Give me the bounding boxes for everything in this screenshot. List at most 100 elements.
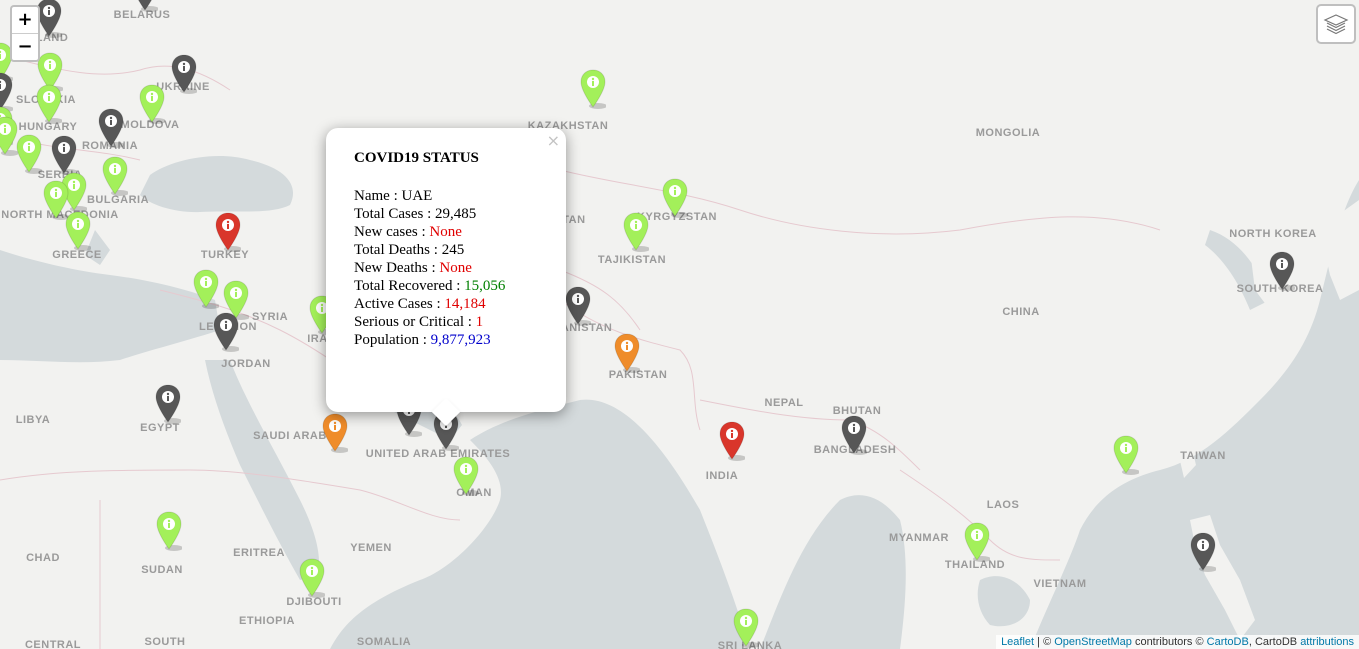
map-marker[interactable] (719, 421, 745, 461)
country-label: JORDAN (221, 358, 271, 370)
popup-row-label: Total Cases : (354, 206, 436, 222)
info-marker-icon (137, 0, 158, 12)
map-marker[interactable] (102, 156, 128, 196)
map-marker[interactable] (1113, 435, 1139, 475)
map-marker[interactable] (662, 178, 688, 218)
popup-row: New cases : None (354, 223, 546, 241)
attribution-separator: , CartoDB (1248, 636, 1301, 648)
popup-row-label: Total Deaths : (354, 242, 442, 258)
info-marker-icon (102, 156, 128, 196)
leaflet-link[interactable]: Leaflet (1001, 636, 1034, 648)
info-marker-icon (580, 69, 606, 109)
map-marker[interactable] (841, 415, 867, 455)
popup-row-value: None (439, 260, 472, 276)
map-marker[interactable] (1190, 532, 1216, 572)
map-marker[interactable] (733, 608, 759, 648)
popup-row-value: 1 (475, 314, 484, 330)
info-marker-icon (215, 212, 241, 252)
info-marker-icon (1190, 532, 1216, 572)
popup-row-value: 9,877,923 (430, 332, 491, 348)
info-marker-icon (171, 54, 197, 94)
popup-row: Total Recovered : 15,056 (354, 277, 546, 295)
map-marker[interactable] (1269, 251, 1295, 291)
country-label: LAOS (986, 499, 1020, 511)
country-label: YEMEN (350, 542, 392, 554)
popup-row-label: Active Cases : (354, 296, 445, 312)
map-marker[interactable] (614, 333, 640, 373)
map-marker[interactable] (65, 211, 91, 251)
popup-row: New Deaths : None (354, 259, 546, 277)
info-marker-icon (98, 108, 124, 148)
country-label: SYRIA (251, 311, 289, 323)
info-marker-icon (1269, 251, 1295, 291)
map-marker[interactable] (156, 511, 182, 551)
info-marker-icon (662, 178, 688, 218)
covid-status-popup: × COVID19 STATUS Name : UAE Total Cases :… (326, 128, 566, 427)
popup-details: Name : UAE Total Cases : 29,485 New cases … (354, 187, 546, 349)
map-marker[interactable] (322, 413, 348, 453)
zoom-out-button[interactable]: − (12, 33, 38, 60)
popup-row-value: UAE (401, 188, 433, 204)
map-marker[interactable] (36, 84, 62, 124)
info-marker-icon (36, 84, 62, 124)
country-label: SUDAN (141, 564, 183, 576)
popup-row: Population : 9,877,923 (354, 331, 546, 349)
popup-row: Active Cases : 14,184 (354, 295, 546, 313)
info-marker-icon (719, 421, 745, 461)
map-marker[interactable] (213, 312, 239, 352)
info-marker-icon (453, 456, 479, 496)
country-label: TAJIKISTAN (597, 254, 667, 266)
country-label: NEPAL (764, 397, 804, 409)
info-marker-icon (51, 135, 77, 175)
map-marker[interactable] (580, 69, 606, 109)
country-label: VIETNAM (1033, 578, 1087, 590)
info-marker-icon (964, 522, 990, 562)
map-marker[interactable] (565, 286, 591, 326)
popup-title: COVID19 STATUS (354, 150, 479, 166)
popup-row: Name : UAE (354, 187, 546, 205)
info-marker-icon (565, 286, 591, 326)
map-container[interactable]: BELARUSLANDUKRAINESLOVAKIAMOLDOVAHUNGARY… (0, 0, 1359, 649)
map-marker[interactable] (132, 0, 158, 12)
popup-close-button[interactable]: × (547, 131, 560, 150)
country-label: MONGOLIA (975, 127, 1041, 139)
map-marker[interactable] (139, 84, 165, 124)
country-label: CHINA (1002, 306, 1040, 318)
map-marker[interactable] (623, 212, 649, 252)
zoom-in-button[interactable]: + (12, 7, 38, 33)
map-marker[interactable] (964, 522, 990, 562)
popup-row: Total Deaths : 245 (354, 241, 546, 259)
popup-row-label: Name : (354, 188, 402, 204)
info-marker-icon (16, 134, 42, 174)
map-marker[interactable] (155, 384, 181, 424)
popup-row: Total Cases : 29,485 (354, 205, 546, 223)
map-marker[interactable] (193, 269, 219, 309)
info-marker-icon (614, 333, 640, 373)
map-marker[interactable] (299, 558, 325, 598)
popup-row-value: None (429, 224, 462, 240)
map-marker[interactable] (453, 456, 479, 496)
layers-control-button[interactable] (1316, 4, 1356, 44)
popup-row-value: 14,184 (444, 296, 486, 312)
info-marker-icon (299, 558, 325, 598)
info-marker-icon (213, 312, 239, 352)
country-label: ERITREA (233, 547, 285, 559)
map-marker[interactable] (98, 108, 124, 148)
info-marker-icon (733, 608, 759, 648)
country-label: CHAD (26, 552, 60, 564)
map-marker[interactable] (171, 54, 197, 94)
popup-row-value: 15,056 (464, 278, 506, 294)
popup-row-label: New cases : (354, 224, 430, 240)
info-marker-icon (155, 384, 181, 424)
map-marker[interactable] (16, 134, 42, 174)
popup-row-value: 29,485 (435, 206, 477, 222)
popup-row-label: Total Recovered : (354, 278, 465, 294)
layers-icon (1323, 14, 1349, 35)
info-marker-icon (841, 415, 867, 455)
popup-row-label: New Deaths : (354, 260, 440, 276)
map-marker[interactable] (51, 135, 77, 175)
map-marker[interactable] (215, 212, 241, 252)
attributions-link[interactable]: attributions (1300, 636, 1354, 648)
cartodb-link[interactable]: CartoDB (1207, 636, 1249, 648)
openstreetmap-link[interactable]: OpenStreetMap (1054, 636, 1132, 648)
